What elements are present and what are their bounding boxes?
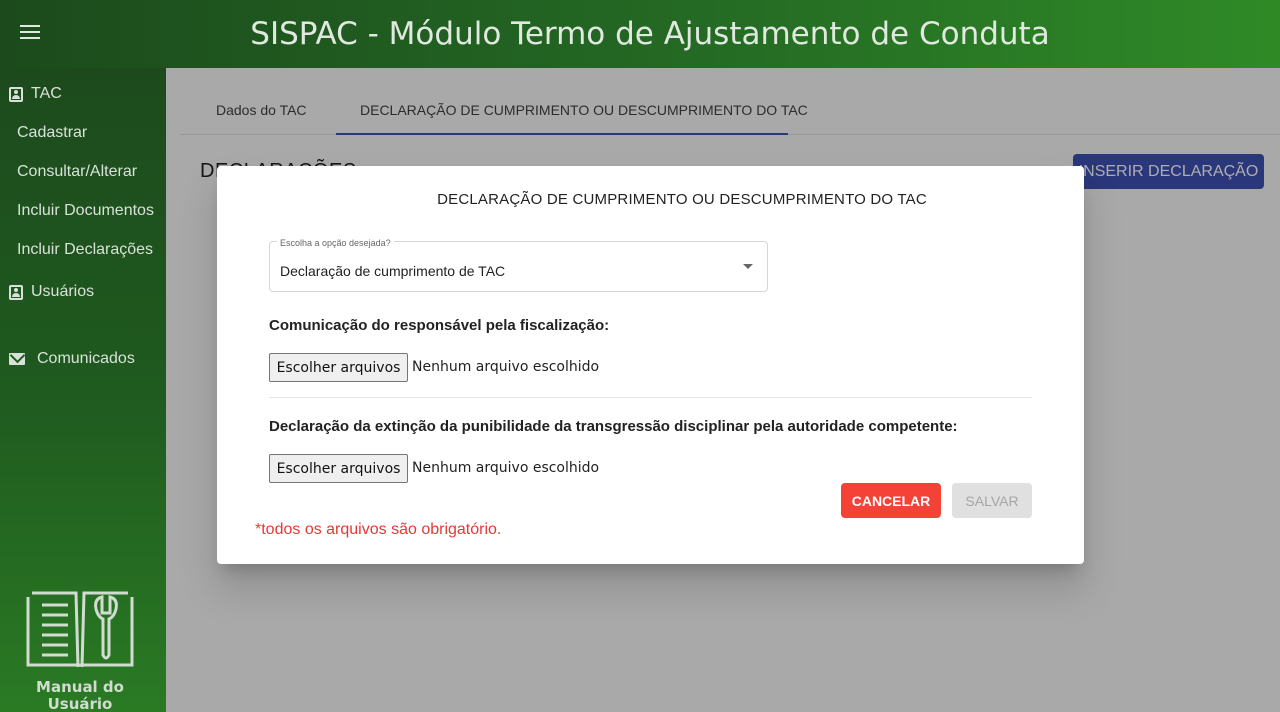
manual-label-line2: Usuário [47, 695, 113, 712]
file-status-comunicacao: Nenhum arquivo escolhido [412, 359, 600, 375]
user-badge-icon [9, 86, 23, 102]
cancel-button[interactable]: CANCELAR [841, 483, 941, 518]
user-manual-link[interactable]: Manual do Usuário [24, 589, 136, 712]
sidebar-section-tac[interactable]: TAC [9, 85, 62, 103]
declaration-dialog: DECLARAÇÃO DE CUMPRIMENTO OU DESCUMPRIME… [217, 166, 1084, 564]
field-label-comunicacao: Comunicação do responsável pela fiscaliz… [269, 317, 610, 334]
sidebar-section-comunicados[interactable]: Comunicados [9, 350, 135, 368]
dialog-title: DECLARAÇÃO DE CUMPRIMENTO OU DESCUMPRIME… [437, 191, 927, 208]
select-label: Escolha a opção desejada? [277, 238, 394, 248]
app-title: SISPAC - Módulo Termo de Ajustamento de … [250, 16, 1050, 52]
user-badge-icon [9, 284, 23, 300]
manual-label-line1: Manual do [36, 678, 124, 696]
sidebar: TAC Cadastrar Consultar/Alterar Incluir … [0, 68, 166, 712]
file-button-comunicacao[interactable]: Escolher arquivos [269, 353, 408, 382]
sidebar-section-label: TAC [31, 85, 62, 102]
sidebar-item-incluir-declaracoes[interactable]: Incluir Declarações [17, 241, 153, 259]
required-note: *todos os arquivos são obrigatório. [255, 521, 502, 538]
file-status-extincao: Nenhum arquivo escolhido [412, 460, 600, 476]
file-button-extincao[interactable]: Escolher arquivos [269, 454, 408, 483]
sidebar-item-consultar[interactable]: Consultar/Alterar [17, 163, 137, 181]
top-app-bar: SISPAC - Módulo Termo de Ajustamento de … [0, 0, 1280, 68]
sidebar-section-label: Comunicados [37, 350, 135, 367]
dropdown-arrow-icon [743, 264, 753, 269]
sidebar-section-label: Usuários [31, 283, 95, 300]
sidebar-item-cadastrar[interactable]: Cadastrar [17, 124, 87, 142]
save-button[interactable]: SALVAR [952, 483, 1032, 518]
envelope-icon [9, 353, 25, 365]
field-label-extincao: Declaração da extinção da punibilidade d… [269, 418, 958, 435]
manual-book-icon [26, 591, 134, 668]
sidebar-item-incluir-documentos[interactable]: Incluir Documentos [17, 202, 154, 220]
divider [269, 397, 1032, 398]
select-value: Declaração de cumprimento de TAC [280, 263, 506, 279]
sidebar-section-usuarios[interactable]: Usuários [9, 283, 94, 301]
option-select[interactable]: Escolha a opção desejada? Declaração de … [269, 238, 768, 292]
